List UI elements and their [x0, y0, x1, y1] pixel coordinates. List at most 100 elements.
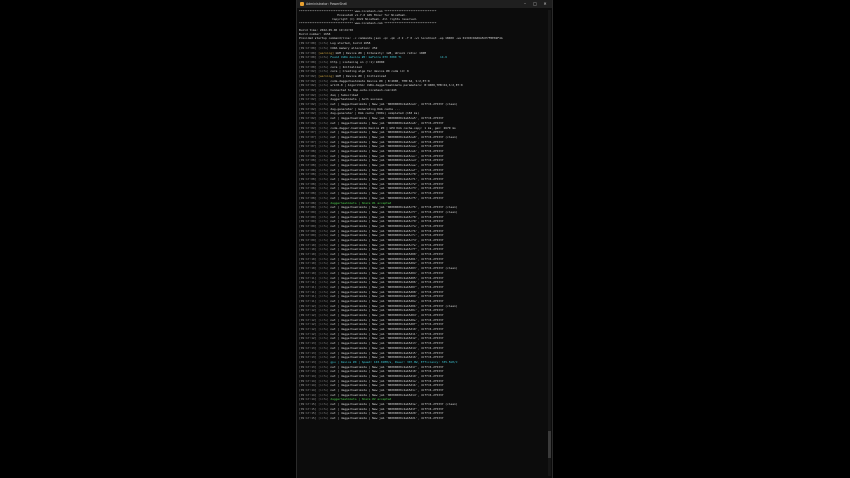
log-time: 09:17:00 — [300, 45, 315, 50]
log-level-text: info — [319, 266, 327, 271]
log-level: [info] — [318, 322, 331, 327]
log-level-text: info — [319, 345, 327, 350]
log-level: [info] — [318, 59, 331, 64]
maximize-button[interactable]: □ — [530, 0, 540, 8]
log-message: net | daggerhashimoto | New job '0000000… — [330, 317, 444, 322]
log-level: [info] — [318, 92, 331, 97]
log-timestamp: [09:17:08] — [299, 186, 317, 191]
log-message: daq | Subscribed — [330, 92, 359, 97]
log-level: [info] — [318, 214, 331, 219]
log-message: core | Creating algo for device #0 cuda … — [330, 69, 409, 74]
log-level-text: info — [319, 392, 327, 397]
log-message: net | daggerhashimoto | New job '0000000… — [330, 406, 444, 411]
terminal-window: Administrator: PowerShell – □ ✕ ********… — [296, 0, 553, 478]
log-level-text: info — [319, 261, 327, 266]
log-message: GUM | Device #0 | Intensity: 128, Unlock… — [335, 50, 427, 55]
log-time: 09:17:09 — [300, 223, 315, 228]
log-message: net | daggerhashimoto | New job '0000000… — [330, 373, 444, 378]
log-timestamp: [09:17:07] — [299, 134, 317, 139]
log-time: 09:17:10 — [300, 266, 315, 271]
log-level-text: info — [319, 88, 327, 92]
log-message: net | daggerhashimoto | New job '0000000… — [330, 364, 444, 369]
log-time: 09:17:02 — [300, 120, 315, 125]
log-level-text: info — [319, 45, 327, 50]
log-message: net | daggerhashimoto | New job '0000000… — [330, 238, 444, 242]
log-level-text: info — [319, 322, 327, 327]
log-level-text: info — [319, 195, 327, 200]
scrollbar-thumb[interactable] — [548, 430, 551, 459]
log-timestamp: [09:17:15] — [299, 411, 317, 416]
log-timestamp: [09:17:10] — [299, 252, 317, 257]
log-level: [info] — [318, 327, 331, 332]
log-timestamp: [09:17:00] — [299, 41, 317, 46]
log-level: [info] — [318, 41, 331, 46]
log-message: cuda-daggerhashimoto Device #0 | B:4000,… — [330, 78, 430, 83]
log-level-text: info — [319, 331, 327, 336]
log-timestamp: [09:17:12] — [299, 336, 317, 341]
log-level: [info] — [318, 134, 331, 139]
log-level-text: info — [319, 238, 327, 242]
log-level-text: info — [319, 163, 327, 167]
log-timestamp: [09:17:09] — [299, 233, 317, 238]
log-timestamp: [09:17:12] — [299, 303, 317, 308]
close-button[interactable]: ✕ — [540, 0, 550, 8]
log-message: GUM | Device #0 | Initialized — [335, 73, 387, 78]
log-level: [info] — [318, 247, 331, 252]
vertical-scrollbar[interactable] — [548, 10, 551, 476]
log-time: 09:17:14 — [300, 378, 315, 383]
log-time: 09:17:02 — [300, 83, 315, 88]
log-level: [info] — [318, 116, 331, 121]
log-time: 09:17:02 — [300, 92, 315, 97]
log-level-text: info — [319, 134, 327, 139]
log-level: [info] — [318, 158, 331, 163]
minimize-button[interactable]: – — [520, 0, 530, 8]
log-level: [info] — [318, 55, 331, 60]
log-message: net | daggerhashimoto | New job '0000000… — [330, 163, 444, 167]
log-time: 09:17:11 — [300, 280, 315, 285]
log-timestamp: [09:17:08] — [299, 205, 317, 210]
log-message: daggerhashimoto | Share #1 accepted — [330, 200, 392, 205]
log-level-text: info — [319, 303, 327, 308]
log-timestamp: [09:17:08] — [299, 163, 317, 167]
log-message: net | daggerhashimoto | New job '0000000… — [330, 228, 444, 233]
log-level: [info] — [318, 120, 331, 125]
log-timestamp: [09:17:08] — [299, 177, 317, 182]
log-time: 09:17:09 — [300, 209, 315, 214]
log-level: [info] — [318, 406, 331, 411]
log-time: 09:17:15 — [300, 411, 315, 416]
log-message: net | daggerhashimoto | New job '0000000… — [330, 294, 444, 299]
console-output[interactable]: ******************************* www.nice… — [299, 10, 546, 476]
log-timestamp: [09:17:08] — [299, 191, 317, 196]
log-level: [info] — [318, 83, 331, 88]
log-level-text: info — [319, 111, 327, 116]
log-level-text: info — [319, 158, 327, 163]
log-message: net | daggerhashimoto | New job '0000000… — [330, 341, 444, 346]
log-message: net | daggerhashimoto | New job '0000000… — [330, 327, 444, 332]
log-message: net | daggerhashimoto | New job '0000000… — [330, 167, 444, 172]
log-level: [info] — [318, 69, 331, 74]
log-level: [info] — [318, 331, 331, 336]
log-time: 09:17:13 — [300, 341, 315, 346]
log-time: 09:17:02 — [300, 69, 315, 74]
log-level-text: info — [319, 181, 327, 186]
log-time: 09:17:13 — [300, 345, 315, 350]
log-level: [info] — [318, 256, 331, 261]
title-bar[interactable]: Administrator: PowerShell – □ ✕ — [297, 0, 552, 8]
log-timestamp: [09:17:02] — [299, 116, 317, 121]
log-level: [info] — [318, 233, 331, 238]
log-timestamp: [09:17:13] — [299, 355, 317, 360]
log-level-text: info — [319, 59, 327, 64]
log-level-text: info — [319, 359, 327, 364]
log-message: net | daggerhashimoto | New job '0000000… — [330, 233, 444, 238]
log-level-text: info — [319, 167, 327, 172]
log-message: dag-generator | DAG cache (500x) complet… — [330, 111, 420, 116]
log-time: 09:17:02 — [300, 111, 315, 116]
log-level-text: info — [319, 148, 327, 153]
log-level: [info] — [318, 200, 331, 205]
log-level-text: info — [319, 373, 327, 378]
log-level: [info] — [318, 411, 331, 416]
log-timestamp: [09:17:11] — [299, 280, 317, 285]
log-time: 09:17:08 — [300, 163, 315, 167]
log-message: net | daggerhashimoto | New job '0000000… — [330, 223, 444, 228]
log-message: net | daggerhashimoto | New job '0000000… — [330, 116, 444, 121]
